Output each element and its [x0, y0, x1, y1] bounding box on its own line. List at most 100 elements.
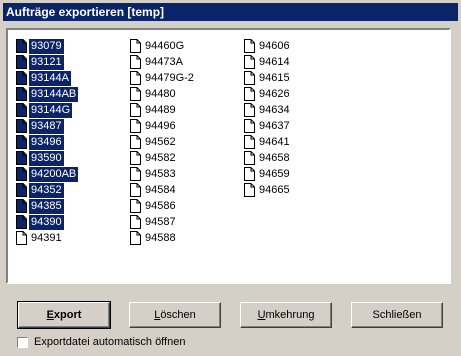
list-item-label: 94615 [259, 71, 290, 84]
list-item[interactable]: 93496 [16, 134, 78, 150]
list-item[interactable]: 93079 [16, 38, 78, 54]
list-item[interactable]: 94665 [244, 182, 292, 198]
list-item[interactable]: 94352 [16, 182, 78, 198]
list-item[interactable]: 94659 [244, 166, 292, 182]
list-item[interactable]: 94460G [130, 38, 196, 54]
list-item[interactable]: 94615 [244, 70, 292, 86]
list-item-label: 93496 [29, 134, 64, 150]
document-icon [244, 151, 255, 165]
list-item[interactable]: 94606 [244, 38, 292, 54]
list-item-label: 94614 [259, 55, 290, 68]
list-item[interactable]: 94586 [130, 198, 196, 214]
list-item[interactable]: 93144G [16, 102, 78, 118]
list-item[interactable]: 94637 [244, 118, 292, 134]
list-item-label: 94588 [145, 231, 176, 244]
list-item[interactable]: 94489 [130, 102, 196, 118]
list-item-label: 94665 [259, 183, 290, 196]
list-item-label: 94200AB [29, 166, 79, 182]
auto-open-checkbox[interactable] [17, 336, 28, 348]
document-icon [16, 119, 27, 133]
export-button[interactable]: Export [17, 301, 111, 329]
list-item[interactable]: 94583 [130, 166, 196, 182]
list-item[interactable]: 94587 [130, 214, 196, 230]
list-column-3: 94606 94614 94615 94626 94634 94637 94641 94658… [244, 38, 292, 198]
delete-button[interactable]: Löschen [129, 302, 221, 328]
document-icon [16, 199, 27, 213]
delete-button-label: Löschen [154, 309, 196, 321]
document-icon [244, 39, 255, 53]
document-icon [130, 167, 141, 181]
list-item[interactable]: 94588 [130, 230, 196, 246]
document-icon [16, 167, 27, 181]
list-item-label: 93121 [29, 54, 64, 70]
auto-open-label: Exportdatei automatisch öffnen [34, 336, 186, 348]
list-item[interactable]: 94626 [244, 86, 292, 102]
document-icon [16, 151, 27, 165]
document-icon [130, 135, 141, 149]
document-icon [244, 55, 255, 69]
list-item[interactable]: 94614 [244, 54, 292, 70]
auto-open-option[interactable]: Exportdatei automatisch öffnen [17, 335, 185, 349]
export-button-label: Export [46, 309, 82, 321]
list-item[interactable]: 94582 [130, 150, 196, 166]
list-item-label: 94584 [145, 183, 176, 196]
list-item[interactable]: 94473A [130, 54, 196, 70]
list-item[interactable]: 94391 [16, 230, 78, 246]
document-icon [130, 199, 141, 213]
list-item-label: 94460G [145, 39, 185, 52]
document-icon [244, 183, 255, 197]
list-item-label: 94641 [259, 135, 290, 148]
document-icon [16, 183, 27, 197]
list-item-label: 94582 [145, 151, 176, 164]
list-item[interactable]: 94584 [130, 182, 196, 198]
list-item-label: 94606 [259, 39, 290, 52]
list-column-2: 94460G 94473A 94479G-2 94480 94489 94496 94562… [130, 38, 196, 246]
list-item-label: 94390 [29, 214, 64, 230]
document-icon [130, 231, 141, 245]
list-item-label: 93079 [29, 38, 64, 54]
list-item-label: 94626 [259, 87, 290, 100]
list-item[interactable]: 93590 [16, 150, 78, 166]
list-item[interactable]: 93487 [16, 118, 78, 134]
document-icon [16, 103, 27, 117]
close-button[interactable]: Schließen [351, 302, 443, 328]
document-icon [130, 103, 141, 117]
document-icon [16, 135, 27, 149]
document-icon [244, 71, 255, 85]
list-item[interactable]: 94200AB [16, 166, 79, 182]
list-item[interactable]: 94479G-2 [130, 70, 196, 86]
document-icon [130, 183, 141, 197]
list-item-label: 93144A [29, 70, 71, 86]
invert-button-label: Umkehrung [257, 309, 315, 321]
list-item[interactable]: 94390 [16, 214, 78, 230]
document-icon [130, 71, 141, 85]
document-icon [16, 231, 27, 245]
list-item-label: 94658 [259, 151, 290, 164]
dialog-title: Aufträge exportieren [temp] [3, 3, 458, 21]
invert-button[interactable]: Umkehrung [240, 302, 332, 328]
document-icon [244, 167, 255, 181]
document-icon [130, 215, 141, 229]
list-item-label: 94385 [29, 198, 64, 214]
document-icon [16, 87, 27, 101]
list-column-1: 93079 93121 93144A 93144AB 93144G 93487 93496 9… [16, 38, 79, 246]
list-item[interactable]: 93144AB [16, 86, 79, 102]
list-item[interactable]: 94634 [244, 102, 292, 118]
list-item[interactable]: 94658 [244, 150, 292, 166]
list-item-label: 94352 [29, 182, 64, 198]
document-icon [16, 39, 27, 53]
list-item[interactable]: 94496 [130, 118, 196, 134]
list-item[interactable]: 94562 [130, 134, 196, 150]
list-item[interactable]: 94480 [130, 86, 196, 102]
orders-listbox[interactable]: 93079 93121 93144A 93144AB 93144G 93487 93496 9… [6, 28, 451, 284]
list-item[interactable]: 94385 [16, 198, 78, 214]
document-icon [130, 39, 141, 53]
document-icon [244, 135, 255, 149]
list-item-label: 94480 [145, 87, 176, 100]
export-orders-dialog: Aufträge exportieren [temp] 93079 93121 93… [0, 0, 461, 356]
list-item[interactable]: 93121 [16, 54, 78, 70]
list-item-label: 93144AB [29, 86, 79, 102]
document-icon [130, 151, 141, 165]
list-item[interactable]: 93144A [16, 70, 78, 86]
list-item[interactable]: 94641 [244, 134, 292, 150]
